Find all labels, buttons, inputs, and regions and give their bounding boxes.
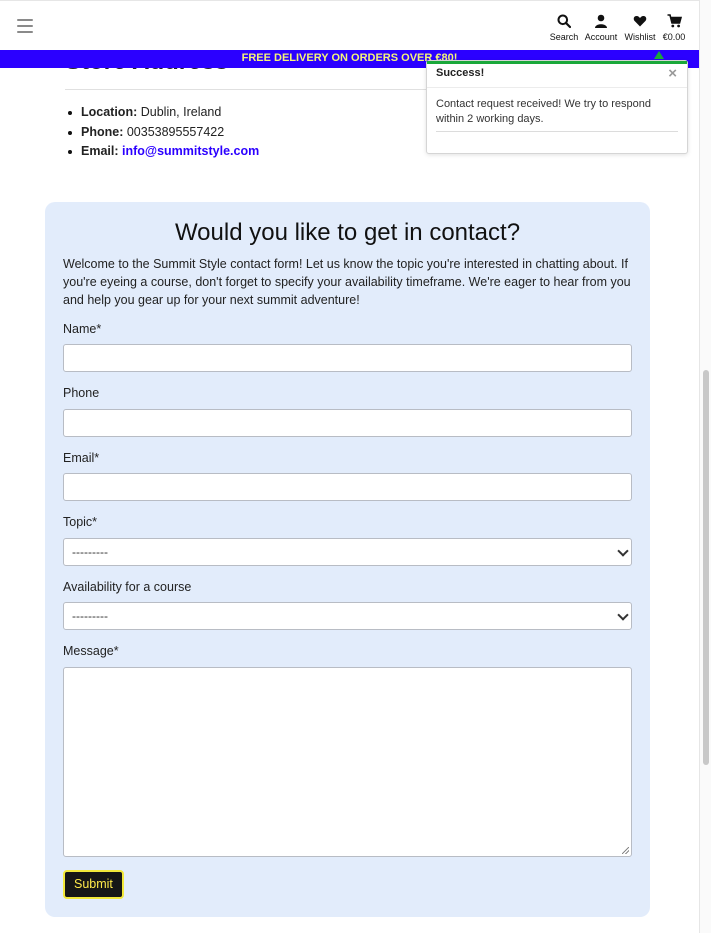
toast-title: Success! xyxy=(436,67,485,79)
nav-account-label: Account xyxy=(584,32,618,42)
nav-cart[interactable]: €0.00 xyxy=(660,13,688,42)
address-location-value: Dublin, Ireland xyxy=(140,105,222,119)
availability-select[interactable]: --------- xyxy=(63,602,632,630)
availability-selected-value: --------- xyxy=(72,609,108,623)
message-label: Message* xyxy=(63,644,119,658)
toast-message: Contact request received! We try to resp… xyxy=(436,98,652,125)
message-textarea[interactable] xyxy=(63,667,632,857)
contact-title: Would you like to get in contact? xyxy=(174,219,521,246)
user-icon xyxy=(595,14,607,28)
toast-arrow xyxy=(654,51,664,59)
chevron-down-icon xyxy=(617,545,629,557)
nav-search[interactable]: Search xyxy=(549,13,579,42)
search-icon xyxy=(557,14,571,29)
name-input[interactable] xyxy=(63,344,632,372)
address-email-label: Email: xyxy=(81,144,119,158)
topic-label: Topic* xyxy=(63,515,98,529)
nav-account[interactable]: Account xyxy=(583,13,619,42)
toast-divider xyxy=(427,87,687,88)
chevron-down-icon xyxy=(617,609,629,621)
scrollbar-thumb[interactable] xyxy=(703,370,709,765)
address-location: Location: Dublin, Ireland xyxy=(67,103,259,123)
email-link[interactable]: info@summitstyle.com xyxy=(122,144,259,158)
contact-intro: Welcome to the Summit Style contact form… xyxy=(63,257,631,307)
menu-icon[interactable] xyxy=(17,19,33,33)
address-location-label: Location: xyxy=(81,105,138,119)
nav-wishlist[interactable]: Wishlist xyxy=(623,13,657,42)
toast-divider-bottom xyxy=(436,131,678,132)
nav-cart-total: €0.00 xyxy=(662,32,686,42)
phone-input[interactable] xyxy=(63,409,632,437)
site-header: Search Account Wishlist €0.00 xyxy=(0,0,699,50)
resize-handle-icon[interactable] xyxy=(622,847,629,854)
topic-selected-value: --------- xyxy=(72,545,108,559)
close-icon[interactable]: × xyxy=(668,65,677,82)
cart-icon xyxy=(667,14,682,28)
nav-search-label: Search xyxy=(549,32,579,42)
topic-select[interactable]: --------- xyxy=(63,538,632,566)
store-address-list: Location: Dublin, Ireland Phone: 0035389… xyxy=(67,103,259,162)
toast-accent-bar xyxy=(427,61,687,64)
address-email: Email: info@summitstyle.com xyxy=(67,142,259,162)
address-phone-value: 00353895557422 xyxy=(126,124,225,139)
availability-label: Availability for a course xyxy=(63,580,192,594)
divider xyxy=(65,89,485,90)
contact-form-card: Would you like to get in contact? Welcom… xyxy=(45,202,650,917)
email-input[interactable] xyxy=(63,473,632,501)
name-label: Name* xyxy=(63,322,102,336)
heart-icon xyxy=(633,16,647,27)
phone-label: Phone xyxy=(63,386,100,400)
address-phone: Phone: 00353895557422 xyxy=(67,123,259,143)
address-phone-label: Phone: xyxy=(81,124,124,139)
success-toast: Success! × Contact request received! We … xyxy=(426,60,688,154)
email-label: Email* xyxy=(63,451,100,465)
submit-button[interactable]: Submit xyxy=(63,870,124,899)
nav-wishlist-label: Wishlist xyxy=(624,32,656,42)
